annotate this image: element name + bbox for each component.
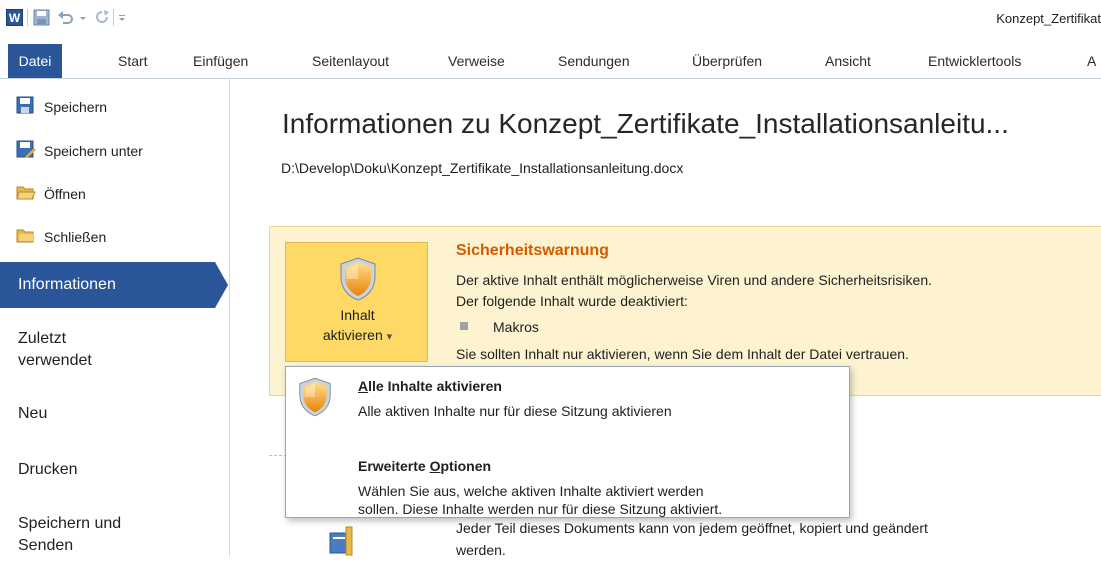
shield-warning-icon [299,377,331,417]
save-as-icon [16,140,36,158]
sidebar-item-neu[interactable]: Neu [18,403,47,425]
ribbon-tab-bar: Datei Start Einfügen Seitenlayout Verwei… [0,44,1101,79]
oeffnen-command[interactable]: Öffnen [44,181,86,207]
window-title: Konzept_Zertifikat [996,11,1101,26]
sidebar-item-speichern-und-senden[interactable]: Speichern und Senden [18,513,121,557]
security-warning-text: Der aktive Inhalt enthält möglicherweise… [456,272,932,288]
tab-datei[interactable]: Datei [8,44,62,78]
title-bar: W Konzept_Zertifikat [0,0,1101,36]
permissions-text: Jeder Teil dieses Dokuments kann von jed… [456,520,928,558]
tab-verweise[interactable]: Verweise [448,44,505,78]
speichern-unter-command[interactable]: Speichern unter [44,138,143,164]
undo-icon[interactable] [57,9,74,26]
enable-content-label: Inhalt [340,307,375,323]
tab-seitenlayout[interactable]: Seitenlayout [312,44,389,78]
save-icon[interactable] [33,9,50,26]
schliessen-command[interactable]: Schließen [44,224,106,250]
security-warning-title: Sicherheitswarnung [456,242,609,259]
sidebar-item-informationen-label: Informationen [18,276,116,293]
customize-qat-icon[interactable] [117,9,127,26]
tab-ueberpruefen[interactable]: Überprüfen [692,44,762,78]
enable-content-button[interactable]: Inhalt aktivieren ▾ [285,242,428,362]
bullet-icon [460,322,468,330]
tab-entwicklertools[interactable]: Entwicklertools [928,44,1021,78]
disabled-content-item: Makros [493,319,539,335]
open-folder-icon [16,186,36,200]
speichern-command[interactable]: Speichern [44,94,107,120]
menu-item-enable-all[interactable]: Alle Inhalte aktivieren Alle aktiven Inh… [286,367,849,433]
page-title: Informationen zu Konzept_Zertifikate_Ins… [282,108,1009,139]
enable-content-dropdown: Alle Inhalte aktivieren Alle aktiven Inh… [285,366,850,518]
sidebar-item-label: Senden [18,537,74,554]
menu-item-advanced-options[interactable]: Erweiterte Optionen Wählen Sie aus, welc… [286,449,849,517]
menu-item-description: Alle aktiven Inhalte nur für diese Sitzu… [358,403,672,419]
word-app-icon[interactable]: W [6,9,23,26]
menu-item-description: Wählen Sie aus, welche aktiven Inhalte a… [358,483,704,499]
dropdown-arrow-icon: ▾ [386,331,393,343]
redo-icon[interactable] [94,9,111,26]
tab-einfuegen[interactable]: Einfügen [193,44,248,78]
sidebar-item-drucken[interactable]: Drucken [18,459,78,481]
menu-item-title: Alle Inhalte aktivieren [358,378,502,394]
shield-warning-icon [340,257,376,301]
save-icon [16,96,34,114]
tab-truncated[interactable]: A [1087,44,1096,78]
tab-sendungen[interactable]: Sendungen [558,44,630,78]
document-path: D:\Develop\Doku\Konzept_Zertifikate_Inst… [281,160,684,176]
qat-divider [113,9,114,26]
menu-item-title: Erweiterte Optionen [358,458,492,474]
close-folder-icon [16,229,34,243]
sidebar-item-label: Zuletzt [18,330,67,347]
undo-dropdown-icon[interactable] [78,9,88,26]
menu-item-description: sollen. Diese Inhalte werden nur für die… [358,501,723,517]
sidebar-item-label: Speichern und [18,515,122,532]
selection-arrow [215,262,228,308]
security-warning-text: Sie sollten Inhalt nur aktivieren, wenn … [456,346,909,362]
sidebar-item-zuletzt-verwendet[interactable]: Zuletzt verwendet [18,328,92,372]
sidebar-item-label: verwendet [18,352,92,369]
backstage-sidebar: Speichern Speichern unter Öffnen Schließ… [0,79,230,557]
qat-divider [27,9,28,26]
tab-ansicht[interactable]: Ansicht [825,44,871,78]
tab-start[interactable]: Start [118,44,148,78]
permissions-icon [329,526,353,556]
security-warning-text: Der folgende Inhalt wurde deaktiviert: [456,293,688,309]
enable-content-label: aktivieren [322,327,383,343]
svg-text:W: W [9,11,21,25]
